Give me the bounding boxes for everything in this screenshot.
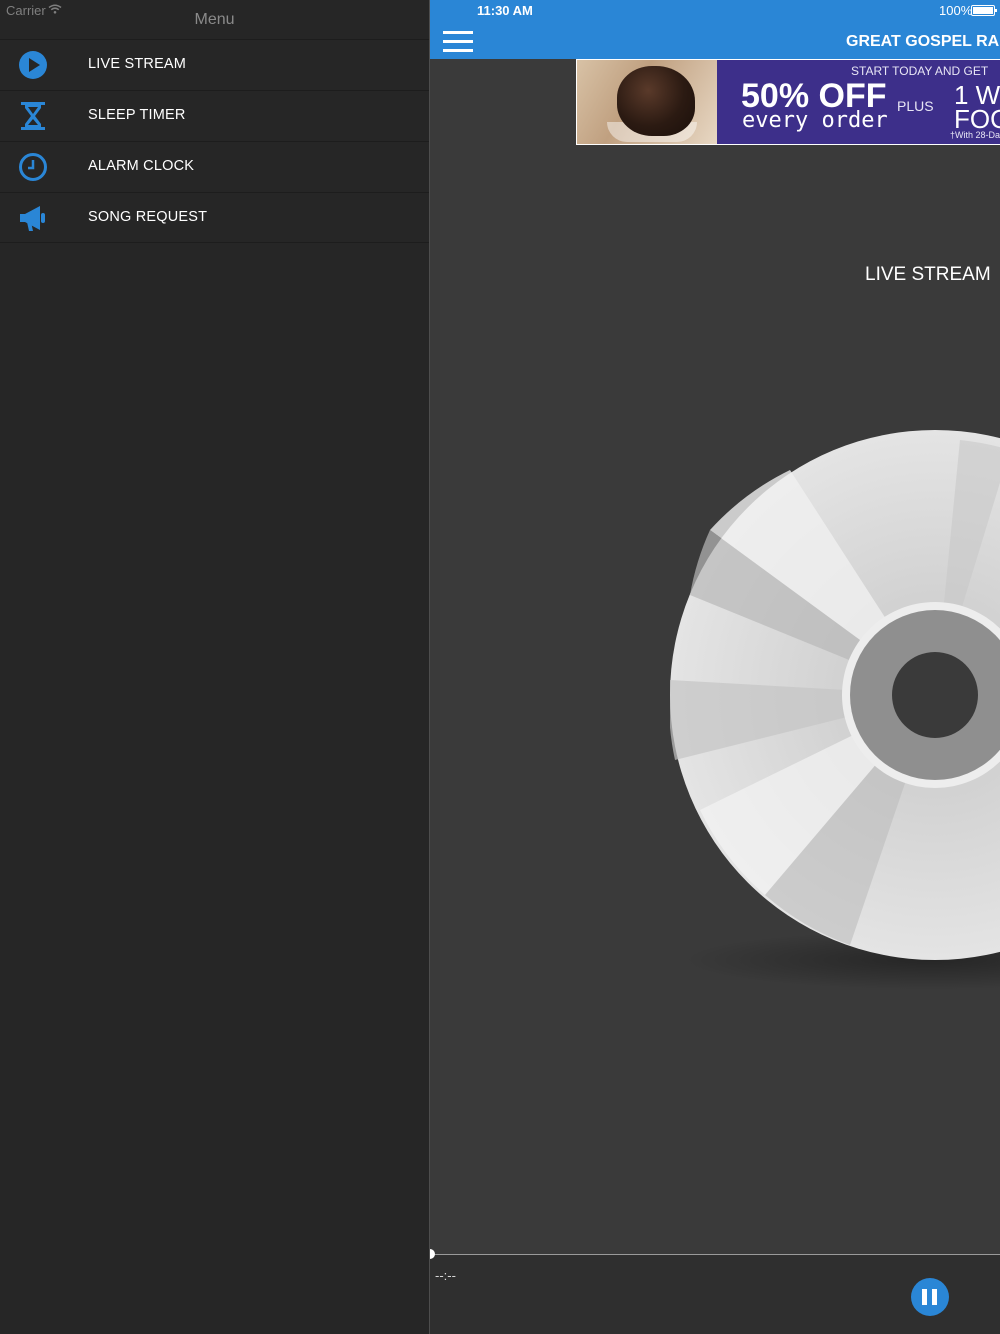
- play-circle-icon: [19, 51, 47, 79]
- menu-item-alarm-clock[interactable]: ALARM CLOCK: [0, 141, 429, 191]
- pause-button[interactable]: [911, 1278, 949, 1316]
- menu-divider: [0, 242, 429, 243]
- menu-item-live-stream[interactable]: LIVE STREAM: [0, 39, 429, 89]
- elapsed-time: --:--: [435, 1268, 456, 1283]
- app-title: GREAT GOSPEL RAD: [846, 33, 1000, 50]
- menu-item-sleep-timer[interactable]: SLEEP TIMER: [0, 90, 429, 140]
- cd-disc-artwork: [670, 430, 1000, 960]
- progress-track[interactable]: [430, 1254, 1000, 1255]
- ad-fine-print: †With 28-Da: [950, 130, 1000, 140]
- menu-item-label: LIVE STREAM: [88, 56, 187, 72]
- menu-item-song-request[interactable]: SONG REQUEST: [0, 192, 429, 242]
- status-time: 11:30 AM: [477, 3, 533, 18]
- menu-toggle-button[interactable]: [443, 31, 473, 52]
- nav-bar: 11:30 AM 100% GREAT GOSPEL RAD: [430, 0, 1000, 59]
- clock-icon: [19, 153, 47, 181]
- side-menu: Carrier Menu LIVE STREAM SLEEP TIMER ALA…: [0, 0, 429, 1334]
- battery-percent: 100%: [939, 3, 973, 18]
- menu-item-label: SONG REQUEST: [88, 209, 208, 225]
- ad-top-line: START TODAY AND GET: [851, 64, 989, 78]
- menu-title: Menu: [194, 11, 235, 28]
- ad-subline: every order: [742, 108, 888, 133]
- stream-title: LIVE STREAM: [865, 264, 991, 285]
- hourglass-icon: [21, 102, 45, 130]
- ad-plus: PLUS: [897, 98, 934, 114]
- megaphone-icon: [20, 206, 45, 231]
- main-panel: 11:30 AM 100% GREAT GOSPEL RAD START TOD…: [429, 0, 1000, 1334]
- menu-item-label: ALARM CLOCK: [88, 158, 195, 174]
- ad-banner[interactable]: START TODAY AND GET 50% OFF every order …: [576, 59, 1000, 145]
- menu-item-label: SLEEP TIMER: [88, 107, 186, 123]
- battery-icon: [971, 5, 997, 16]
- ad-food-image: [577, 60, 717, 144]
- pause-icon: [922, 1289, 927, 1305]
